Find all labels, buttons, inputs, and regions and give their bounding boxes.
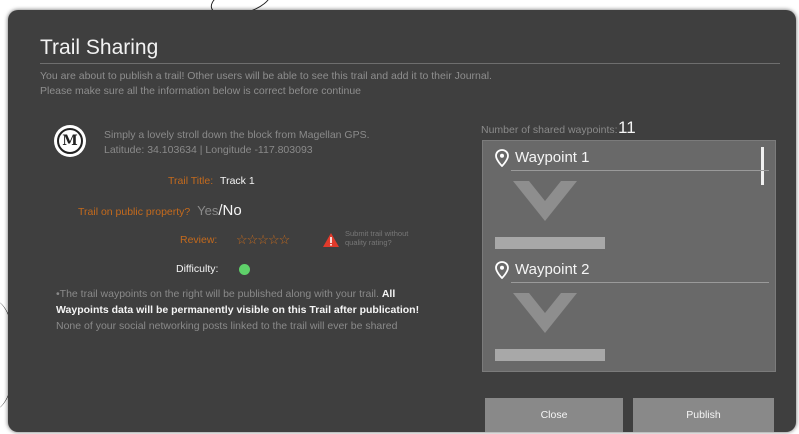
warning-icon xyxy=(323,233,339,247)
shared-waypoints-label: Number of shared waypoints: xyxy=(481,124,618,136)
waypoint-divider xyxy=(511,282,769,283)
public-property-row: Trail on public property? Yes/No xyxy=(78,202,242,219)
waypoint-name: Waypoint 1 xyxy=(515,149,590,166)
magellan-logo-icon: M xyxy=(57,128,83,154)
submit-without-rating-note[interactable]: Submit trail without quality rating? xyxy=(345,229,425,247)
publish-button[interactable]: Publish xyxy=(633,398,774,432)
review-label: Review: xyxy=(180,234,218,246)
waypoint-name: Waypoint 2 xyxy=(515,261,590,278)
trail-title-label: Trail Title: xyxy=(168,175,214,187)
shared-waypoints-count: 11 xyxy=(618,118,636,137)
waypoint-item[interactable]: Waypoint 1 xyxy=(495,149,769,257)
publication-notes: •The trail waypoints on the right will b… xyxy=(56,286,436,334)
trail-title-row: Trail Title: Track 1 xyxy=(168,175,255,187)
dialog-title: Trail Sharing xyxy=(40,36,159,59)
waypoint-divider xyxy=(511,170,769,171)
waypoints-note: •The trail waypoints on the right will b… xyxy=(56,288,382,300)
review-star-rating[interactable]: ☆☆☆☆☆ xyxy=(236,232,290,248)
map-pin-icon xyxy=(495,149,509,167)
intro-text: You are about to publish a trail! Other … xyxy=(40,69,492,99)
waypoint-thumbnail xyxy=(495,293,605,361)
magellan-logo: M xyxy=(54,125,86,157)
public-no-option[interactable]: /No xyxy=(218,202,241,219)
public-yes-option[interactable]: Yes xyxy=(197,203,218,218)
difficulty-indicator xyxy=(239,264,250,275)
trail-description-text: Simply a lovely stroll down the block fr… xyxy=(104,129,370,141)
trail-coordinates: Latitude: 34.103634 | Longitude -117.803… xyxy=(104,144,313,156)
trail-title-value[interactable]: Track 1 xyxy=(220,175,255,187)
waypoint-item[interactable]: Waypoint 2 xyxy=(495,261,769,369)
social-note: None of your social networking posts lin… xyxy=(56,320,398,332)
trail-description: Simply a lovely stroll down the block fr… xyxy=(104,128,370,158)
close-button[interactable]: Close xyxy=(485,398,623,432)
waypoint-thumbnail xyxy=(495,181,605,249)
waypoint-list-scrollbar[interactable] xyxy=(761,147,764,185)
intro-line-2: Please make sure all the information bel… xyxy=(40,85,361,97)
map-pin-icon xyxy=(495,261,509,279)
public-property-label: Trail on public property? xyxy=(78,206,191,218)
difficulty-label: Difficulty: xyxy=(176,263,219,275)
waypoint-list[interactable]: Waypoint 1 Waypoint 2 xyxy=(482,140,776,372)
trail-sharing-dialog: Trail Sharing You are about to publish a… xyxy=(8,10,796,432)
title-divider xyxy=(40,63,780,64)
intro-line-1: You are about to publish a trail! Other … xyxy=(40,70,492,82)
